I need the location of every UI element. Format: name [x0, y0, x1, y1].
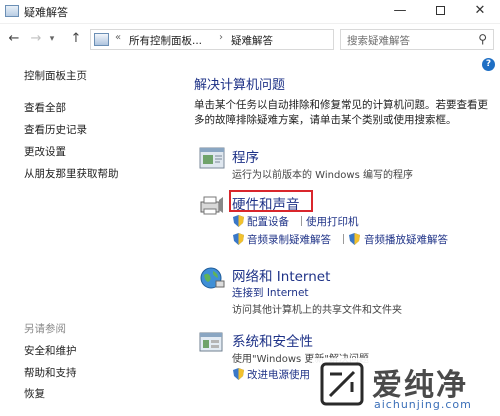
search-icon[interactable]: ⚲ — [478, 32, 487, 46]
category-programs-title[interactable]: 程序 — [232, 146, 259, 166]
system-security-icon — [199, 332, 223, 352]
back-button[interactable]: ← — [4, 28, 24, 50]
category-programs-desc[interactable]: 运行为以前版本的 Windows 编写的程序 — [232, 166, 413, 181]
control-panel-icon — [94, 33, 109, 46]
see-also-recovery[interactable]: 恢复 — [24, 386, 45, 401]
sidebar-item-view-all[interactable]: 查看全部 — [24, 100, 66, 115]
breadcrumb-overflow[interactable]: « — [115, 32, 121, 43]
help-button[interactable]: ? — [482, 58, 495, 71]
maximize-button[interactable] — [420, 0, 460, 24]
page-title: 解决计算机问题 — [194, 78, 286, 93]
link-use-printer[interactable]: 使用打印机 — [306, 214, 359, 229]
window-title: 疑难解答 — [24, 6, 68, 19]
up-button[interactable]: ↑ — [66, 28, 86, 50]
network-globe-icon — [200, 267, 225, 289]
see-also-heading: 另请参阅 — [24, 323, 66, 335]
sidebar-item-view-history[interactable]: 查看历史记录 — [24, 122, 87, 137]
category-system-security-title[interactable]: 系统和安全性 — [232, 330, 313, 350]
sidebar-home-link[interactable]: 控制面板主页 — [24, 68, 87, 83]
see-also-security-maintenance[interactable]: 安全和维护 — [24, 343, 77, 358]
category-network-desc[interactable]: 访问其他计算机上的共享文件和文件夹 — [232, 301, 402, 316]
navigation-bar: ← → ▾ ↑ « 所有控制面板... › 疑难解答 ▾ ↻ 搜索疑难解答 ⚲ — [0, 25, 500, 53]
breadcrumb-all-items[interactable]: 所有控制面板... — [129, 33, 202, 48]
link-divider — [301, 216, 302, 226]
breadcrumb-separator[interactable]: › — [219, 32, 223, 43]
uac-shield-icon — [349, 233, 360, 245]
watermark-logo-icon — [320, 362, 364, 406]
link-improve-power-usage[interactable]: 改进电源使用 — [247, 367, 310, 382]
link-configure-device[interactable]: 配置设备 — [247, 214, 289, 229]
uac-shield-icon — [233, 368, 244, 380]
uac-shield-icon — [233, 215, 244, 227]
see-also-help-support[interactable]: 帮助和支持 — [24, 365, 77, 380]
link-connect-internet[interactable]: 连接到 Internet — [232, 285, 309, 300]
link-divider — [343, 234, 344, 244]
watermark-url: aichunjing.com — [374, 398, 472, 411]
link-audio-playback-troubleshooter[interactable]: 音频播放疑难解答 — [364, 232, 448, 247]
breadcrumb-troubleshooting[interactable]: 疑难解答 — [231, 33, 273, 48]
sidebar-item-change-settings[interactable]: 更改设置 — [24, 144, 66, 159]
page-description-line-1: 单击某个任务以自动排除和修复常见的计算机问题。若要查看更 — [194, 99, 488, 111]
close-button[interactable]: ✕ — [460, 0, 500, 24]
uac-shield-icon — [233, 233, 244, 245]
page-description-line-2: 多的故障排除疑难方案，请单击某个类别或使用搜索框。 — [194, 114, 457, 126]
printer-speaker-icon — [200, 196, 223, 215]
sidebar: 控制面板主页 查看全部 查看历史记录 更改设置 从朋友那里获取帮助 另请参阅 安… — [0, 54, 180, 416]
sidebar-item-get-help[interactable]: 从朋友那里获取帮助 — [24, 166, 119, 181]
search-box[interactable]: 搜索疑难解答 ⚲ — [340, 29, 494, 50]
watermark: 爱纯净 aichunjing.com — [312, 358, 500, 416]
minimize-button[interactable]: — — [380, 0, 420, 24]
maximize-icon — [435, 6, 445, 15]
link-audio-recording-troubleshooter[interactable]: 音频录制疑难解答 — [247, 232, 331, 247]
address-bar[interactable]: « 所有控制面板... › 疑难解答 ▾ ↻ — [90, 29, 415, 50]
recent-locations-button[interactable]: ▾ — [46, 28, 58, 50]
search-input[interactable]: 搜索疑难解答 — [347, 33, 410, 48]
programs-icon — [199, 147, 225, 169]
title-bar: 疑难解答 — ✕ — [0, 0, 500, 24]
control-panel-icon — [5, 5, 19, 17]
highlight-box — [229, 190, 313, 212]
category-network-internet-title[interactable]: 网络和 Internet — [232, 265, 330, 285]
forward-button[interactable]: → — [26, 28, 46, 50]
